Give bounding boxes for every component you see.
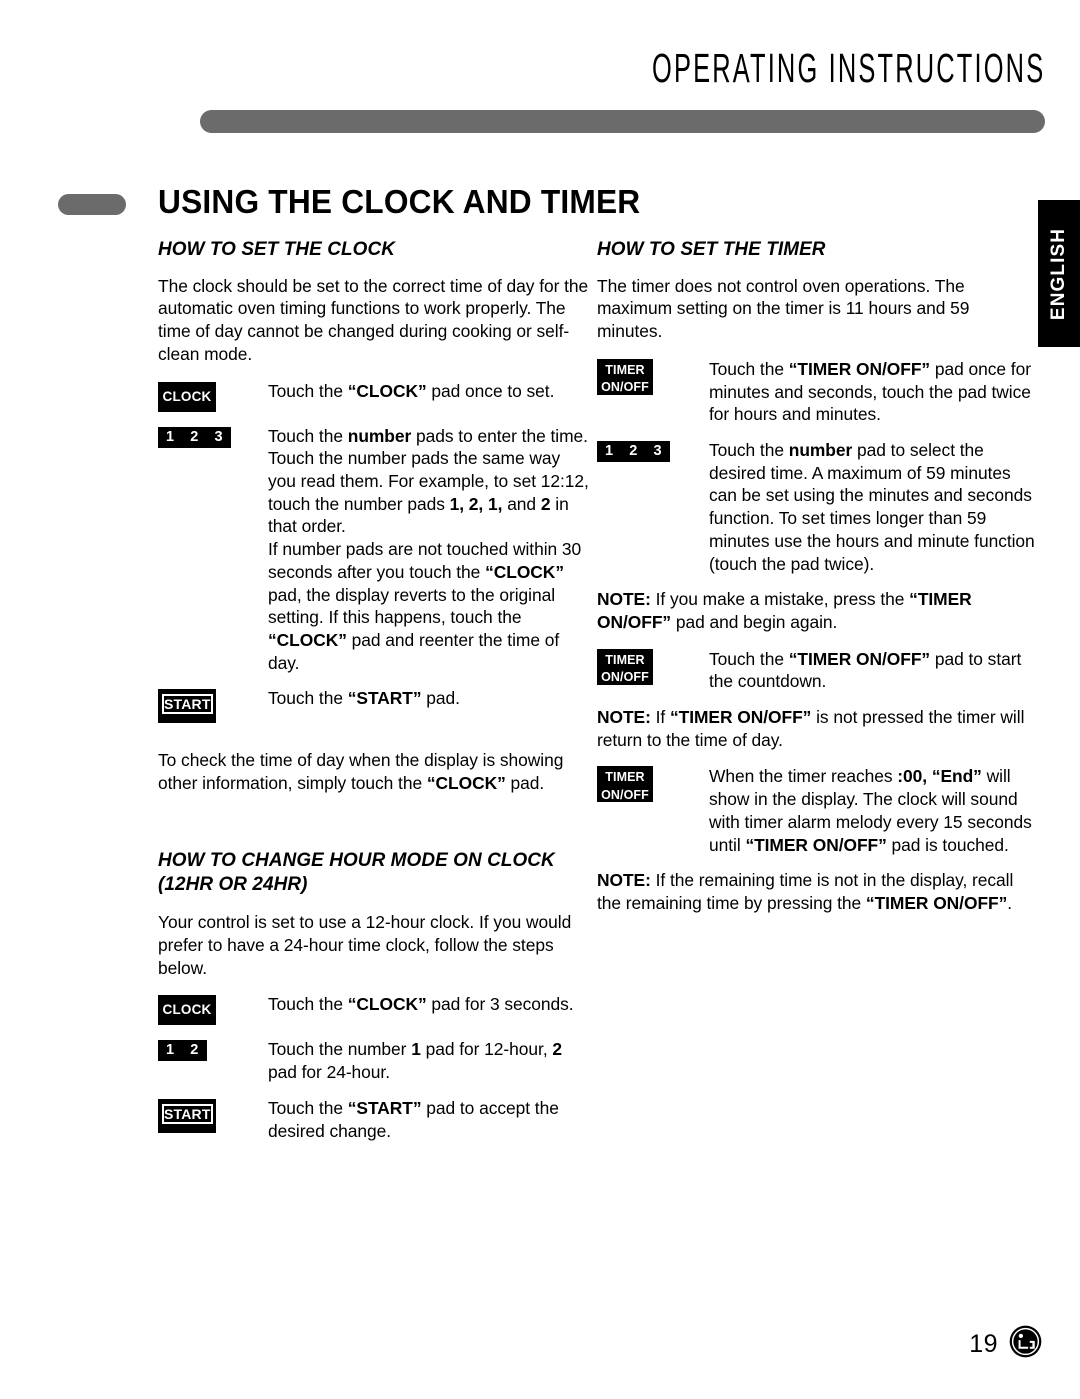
step-icon-cell: START [158, 1097, 268, 1133]
step-icon-cell: CLOCK [158, 380, 268, 412]
page-number: 19 [969, 1329, 998, 1358]
step-text-timer-onoff-once: Touch the “TIMER ON/OFF” pad once for mi… [709, 358, 1031, 425]
timer-note-mistake: NOTE: If you make a mistake, press the “… [597, 589, 972, 632]
timer-onoff-pad-icon[interactable]: TIMER ON/OFF [597, 358, 653, 395]
step-icon-cell: TIMER ON/OFF [597, 357, 709, 396]
number-pad-digit-1: 1 [605, 443, 614, 459]
page-header: OPERATING INSTRUCTIONS [0, 0, 1080, 140]
number-pad-digit-1: 1 [166, 1042, 175, 1059]
number-pad-digit-2: 2 [629, 443, 638, 459]
page-title-row: USING THE CLOCK AND TIMER [58, 183, 958, 228]
step-icon-cell: START [158, 687, 268, 724]
timer-note-recall: NOTE: If the remaining time is not in th… [597, 870, 1014, 913]
step-icon-cell: 123 [158, 425, 268, 448]
step-text-clock-pad: Touch the “CLOCK” pad once to set. [268, 380, 555, 401]
number-pad-digit-3: 3 [214, 428, 223, 445]
step-start-pad-accept: START Touch the “START” pad to accept th… [158, 1097, 592, 1142]
lg-logo [1009, 1325, 1042, 1363]
hour-mode-intro-paragraph: Your control is set to use a 12-hour clo… [158, 912, 572, 978]
timer-note-not-pressed: NOTE: If “TIMER ON/OFF” is not pressed t… [597, 707, 1025, 750]
number-pad-digit-2: 2 [190, 1042, 199, 1059]
start-pad-label: START [162, 1103, 213, 1124]
step-clock-pad: CLOCK Touch the “CLOCK” pad once to set. [158, 380, 592, 412]
lg-logo-icon [1009, 1325, 1042, 1358]
timer-pad-line1: TIMER [605, 770, 645, 785]
hour-mode-heading-line2: (12HR OR 24HR) [158, 872, 308, 895]
step-timer-end: TIMER ON/OFF When the timer reaches :00,… [597, 764, 1037, 856]
start-pad-label: START [162, 694, 213, 715]
number-pad-digit-3: 3 [653, 443, 662, 459]
timer-intro-paragraph: The timer does not control oven operatio… [597, 275, 970, 342]
timer-pad-line1: TIMER [605, 652, 645, 667]
start-pad-icon[interactable]: START [158, 689, 216, 724]
clock-pad-icon[interactable]: CLOCK [158, 381, 216, 412]
clock-pad-icon[interactable]: CLOCK [158, 995, 216, 1026]
step-number-pad-12: 12 Touch the number 1 pad for 12-hour, 2… [158, 1038, 592, 1083]
number-pad-123-icon[interactable]: 123 [597, 441, 670, 462]
step-icon-cell: 123 [597, 439, 709, 462]
timer-pad-line2: ON/OFF [601, 787, 649, 802]
clock-closing-paragraph: To check the time of day when the displa… [158, 750, 564, 794]
step-text-number-pad-12: Touch the number 1 pad for 12-hour, 2 pa… [268, 1039, 563, 1083]
section-heading-how-to-set-the-timer: HOW TO SET THE TIMER [597, 238, 826, 260]
timer-onoff-pad-icon[interactable]: TIMER ON/OFF [597, 766, 653, 803]
page-title: USING THE CLOCK AND TIMER [158, 183, 641, 220]
step-clock-pad-3sec: CLOCK Touch the “CLOCK” pad for 3 second… [158, 993, 592, 1026]
number-pad-123-icon[interactable]: 123 [158, 426, 231, 448]
timer-onoff-pad-icon[interactable]: TIMER ON/OFF [597, 648, 653, 685]
right-column: HOW TO SET THE TIMER The timer does not … [597, 238, 1037, 928]
step-start-pad: START Touch the “START” pad. [158, 687, 592, 724]
step-number-pads: 123 Touch the number pads to enter the t… [158, 425, 592, 675]
step-text-timer-start-countdown: Touch the “TIMER ON/OFF” pad to start th… [709, 648, 1022, 692]
hour-mode-heading-line1: HOW TO CHANGE HOUR MODE ON CLOCK [158, 848, 555, 871]
timer-pad-line2: ON/OFF [601, 669, 649, 684]
step-timer-start-countdown: TIMER ON/OFF Touch the “TIMER ON/OFF” pa… [597, 647, 1037, 693]
step-text-start-pad: Touch the “START” pad. [268, 688, 460, 709]
header-accent-bar [200, 110, 1045, 133]
page-header-title: OPERATING INSTRUCTIONS [651, 45, 1045, 91]
language-tab-label: ENGLISH [1048, 227, 1069, 320]
number-pad-digit-2: 2 [190, 428, 199, 445]
timer-pad-line2: ON/OFF [601, 380, 649, 395]
step-text-timer-number-pads: Touch the number pad to select the desir… [709, 440, 1035, 574]
timer-pad-line1: TIMER [605, 362, 645, 377]
step-icon-cell: TIMER ON/OFF [597, 764, 709, 803]
step-timer-number-pads: 123 Touch the number pad to select the d… [597, 439, 1037, 575]
step-text-number-pads: Touch the number pads to enter the time.… [268, 425, 589, 673]
number-pad-12-icon[interactable]: 12 [158, 1040, 207, 1062]
number-pad-digit-1: 1 [166, 428, 175, 445]
step-timer-onoff-once: TIMER ON/OFF Touch the “TIMER ON/OFF” pa… [597, 357, 1037, 426]
step-text-timer-end: When the timer reaches :00, “End” will s… [709, 766, 1032, 855]
step-icon-cell: TIMER ON/OFF [597, 647, 709, 686]
step-text-start-pad-accept: Touch the “START” pad to accept the desi… [268, 1097, 559, 1141]
page-footer: 19 [969, 1325, 1042, 1363]
clock-intro-paragraph: The clock should be set to the correct t… [158, 275, 589, 364]
section-heading-hour-mode: HOW TO CHANGE HOUR MODE ON CLOCK (12HR O… [158, 849, 579, 897]
language-tab-english: ENGLISH [1038, 200, 1080, 347]
title-bullet-icon [58, 194, 126, 215]
left-column: HOW TO SET THE CLOCK The clock should be… [158, 238, 592, 1155]
section-heading-how-to-set-the-clock: HOW TO SET THE CLOCK [158, 238, 395, 260]
step-icon-cell: CLOCK [158, 993, 268, 1026]
step-text-clock-pad-3sec: Touch the “CLOCK” pad for 3 seconds. [268, 994, 574, 1015]
step-icon-cell: 12 [158, 1038, 268, 1062]
start-pad-icon[interactable]: START [158, 1098, 216, 1133]
